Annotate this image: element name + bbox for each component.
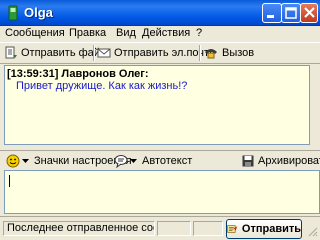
archive-label: Архивировать (258, 155, 320, 167)
splitter[interactable] (4, 145, 310, 149)
status-panel-empty (193, 221, 223, 236)
menu-bar: Сообщения Правка Вид Действия ? (0, 26, 320, 42)
send-button[interactable]: Отправить (226, 219, 302, 239)
menu-view[interactable]: Вид (116, 27, 136, 39)
message-input[interactable] (4, 170, 320, 214)
maximize-icon (285, 7, 297, 19)
menu-edit[interactable]: Правка (69, 27, 106, 39)
send-email-button[interactable]: Отправить эл.почту (97, 45, 215, 61)
mood-toolbar: Значки настроения Автотекст Архивировать (0, 150, 320, 170)
menu-actions[interactable]: Действия (142, 27, 190, 39)
close-icon (304, 7, 315, 18)
resize-grip-icon[interactable] (306, 225, 318, 237)
phone-icon (205, 49, 217, 59)
toolbar: Отправить файл Отправить эл.почту Вызов (0, 42, 320, 64)
last-sent-status: Последнее отправленное сообщ... (3, 221, 155, 236)
window-title: Olga (24, 5, 53, 20)
status-bar: Последнее отправленное сообщ... Отправит… (0, 216, 320, 240)
send-file-button[interactable]: Отправить файл (4, 45, 106, 61)
message-text: Привет дружище. Как как жизнь!? (16, 80, 188, 92)
minimize-icon (267, 15, 274, 18)
im-window: Olga Сообщения Правка Вид Действия ? Отп… (0, 0, 320, 240)
vertical-scrollbar-area (310, 65, 320, 150)
title-bar[interactable]: Olga (0, 0, 320, 26)
toolbar-separator (199, 45, 201, 61)
envelope-icon (97, 48, 111, 58)
speech-bubble-icon (114, 155, 128, 168)
status-panel-empty (157, 221, 191, 236)
chevron-down-icon (130, 159, 137, 163)
floppy-disk-icon (242, 155, 254, 167)
call-label: Вызов (222, 47, 255, 59)
smiley-icon (6, 154, 20, 168)
call-button[interactable]: Вызов (203, 45, 254, 61)
send-button-label: Отправить (241, 223, 301, 235)
autotext-button[interactable]: Автотекст (114, 154, 192, 168)
autotext-label: Автотекст (142, 155, 193, 167)
menu-messages[interactable]: Сообщения (5, 27, 65, 39)
file-icon (5, 46, 17, 59)
archive-button[interactable]: Архивировать (242, 154, 320, 168)
minimize-button[interactable] (262, 3, 282, 23)
close-button[interactable] (300, 3, 318, 23)
send-message-icon (227, 225, 238, 233)
chevron-down-icon (22, 159, 29, 163)
message-header: [13:59:31] Лавронов Олег: (7, 68, 149, 80)
text-caret (9, 175, 10, 187)
mobile-phone-icon (8, 5, 18, 21)
maximize-button[interactable] (281, 3, 301, 23)
mood-icons-button[interactable]: Значки настроения (6, 154, 132, 168)
chat-history[interactable]: [13:59:31] Лавронов Олег: Привет дружище… (4, 65, 310, 145)
menu-help[interactable]: ? (196, 27, 202, 39)
toolbar-separator (93, 45, 95, 61)
